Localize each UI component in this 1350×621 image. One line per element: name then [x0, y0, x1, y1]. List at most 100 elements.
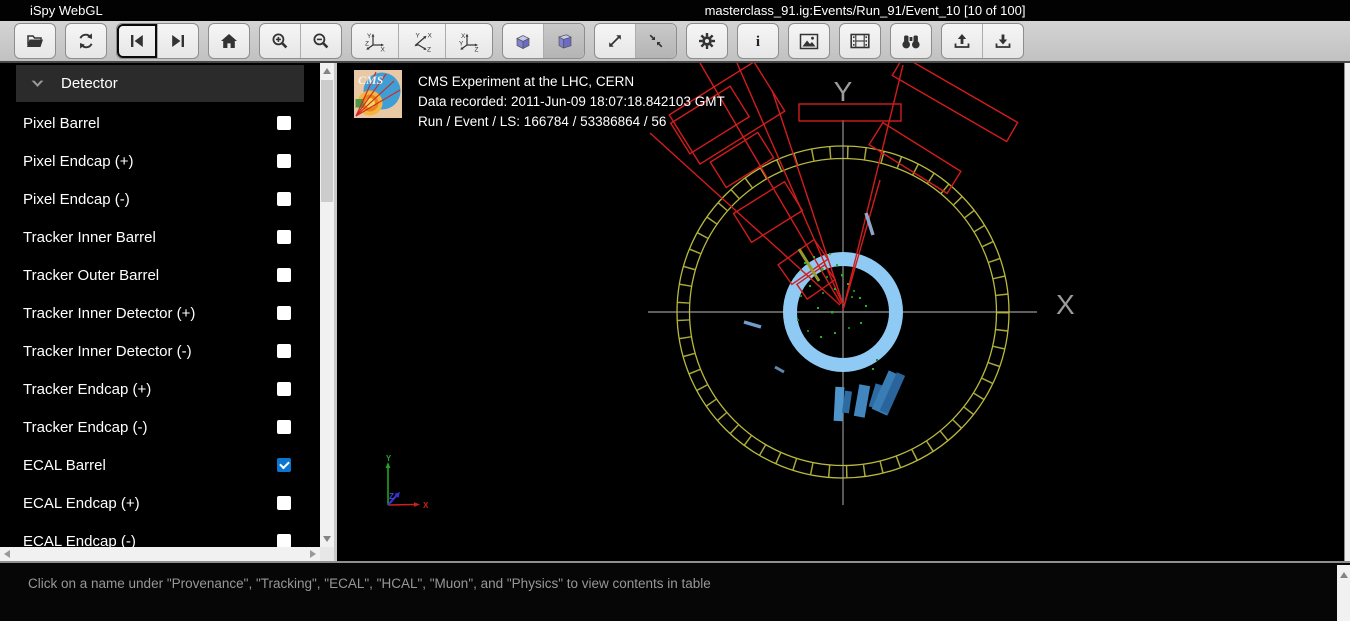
detector-item-checkbox[interactable]: [277, 534, 291, 547]
scroll-left-arrow-icon[interactable]: [4, 550, 10, 558]
xz-view-button[interactable]: XZY: [445, 24, 492, 58]
scroll-down-arrow-icon[interactable]: [323, 536, 331, 542]
detector-list-item[interactable]: Pixel Barrel: [0, 104, 320, 142]
event-info: CMS Experiment at the LHC, CERN Data rec…: [418, 72, 725, 132]
collapse-icon: [647, 32, 665, 50]
detector-item-checkbox[interactable]: [277, 382, 291, 396]
zoom-in-button[interactable]: [260, 24, 300, 58]
orthographic-cube-icon: [554, 31, 574, 51]
enlarge-view-button[interactable]: [595, 24, 635, 58]
image-icon: [799, 33, 819, 50]
zoom-in-icon: [271, 32, 289, 50]
refresh-icon: [77, 32, 95, 50]
detector-item-checkbox[interactable]: [277, 306, 291, 320]
export-image-button[interactable]: [789, 24, 829, 58]
detector-item-checkbox[interactable]: [277, 230, 291, 244]
sidebar-vertical-scrollbar[interactable]: [320, 63, 334, 547]
detector-item-checkbox[interactable]: [277, 420, 291, 434]
perspective-view-button[interactable]: [503, 24, 543, 58]
app-name: iSpy WebGL: [30, 3, 103, 18]
detector-list-item[interactable]: Pixel Endcap (+): [0, 142, 320, 180]
detector-item-checkbox[interactable]: [277, 496, 291, 510]
detector-list-item[interactable]: ECAL Endcap (-): [0, 522, 320, 547]
svg-text:Y: Y: [367, 33, 372, 40]
binoculars-icon: [901, 34, 921, 49]
event-info-line1: CMS Experiment at the LHC, CERN: [418, 72, 725, 92]
browse-events-button[interactable]: [891, 24, 931, 58]
detector-group-header[interactable]: Detector: [16, 65, 304, 102]
svg-text:Z: Z: [365, 40, 369, 47]
detector-item-label[interactable]: ECAL Barrel: [23, 457, 277, 474]
about-button[interactable]: i: [738, 24, 778, 58]
svg-text:X: X: [381, 46, 386, 52]
detector-item-label[interactable]: Pixel Endcap (+): [23, 153, 277, 170]
detector-item-checkbox[interactable]: [277, 458, 291, 472]
expand-icon: [606, 32, 624, 50]
chevron-down-icon: [31, 80, 44, 88]
next-icon: [170, 34, 186, 48]
detector-item-label[interactable]: ECAL Endcap (-): [23, 533, 277, 548]
detector-item-label[interactable]: Tracker Inner Detector (-): [23, 343, 277, 360]
detector-list-item[interactable]: Pixel Endcap (-): [0, 180, 320, 218]
scroll-right-arrow-icon[interactable]: [310, 550, 316, 558]
detector-item-checkbox[interactable]: [277, 192, 291, 206]
scroll-up-arrow-icon[interactable]: [323, 68, 331, 74]
sidebar-horizontal-scrollbar[interactable]: [0, 547, 320, 561]
detector-item-checkbox[interactable]: [277, 268, 291, 282]
orthographic-view-button[interactable]: [543, 24, 584, 58]
perspective-cube-icon: [513, 31, 533, 51]
detector-item-label[interactable]: Tracker Endcap (-): [23, 419, 277, 436]
detector-item-label[interactable]: Tracker Inner Detector (+): [23, 305, 277, 322]
detector-item-label[interactable]: Tracker Inner Barrel: [23, 229, 277, 246]
table-status-panel: Click on a name under "Provenance", "Tra…: [0, 561, 1350, 621]
scroll-up-arrow-icon[interactable]: [1340, 572, 1348, 578]
event-display-canvas[interactable]: Y X: [337, 63, 1344, 561]
detector-list-item[interactable]: Tracker Endcap (-): [0, 408, 320, 446]
detector-list-item[interactable]: ECAL Endcap (+): [0, 484, 320, 522]
scrollbar-corner: [320, 547, 334, 561]
xy-axes-icon: Y X Z: [363, 31, 387, 52]
detector-list-item[interactable]: Tracker Inner Detector (-): [0, 332, 320, 370]
home-view-button[interactable]: [209, 24, 249, 58]
upload-file-button[interactable]: [942, 24, 982, 58]
event-display-3d-view[interactable]: Y X: [337, 63, 1344, 561]
detector-list-item[interactable]: ECAL Barrel: [0, 446, 320, 484]
detector-item-label[interactable]: ECAL Endcap (+): [23, 495, 277, 512]
download-file-button[interactable]: [982, 24, 1023, 58]
zoom-out-button[interactable]: [300, 24, 341, 58]
detector-item-label[interactable]: Tracker Outer Barrel: [23, 267, 277, 284]
previous-event-button[interactable]: [117, 24, 157, 58]
detector-list-item[interactable]: Tracker Inner Detector (+): [0, 294, 320, 332]
detector-item-label[interactable]: Tracker Endcap (+): [23, 381, 277, 398]
status-message: Click on a name under "Provenance", "Tra…: [28, 576, 711, 591]
status-panel-scrollbar[interactable]: [1337, 565, 1350, 621]
detector-item-label[interactable]: Pixel Barrel: [23, 115, 277, 132]
detector-item-label[interactable]: Pixel Endcap (-): [23, 191, 277, 208]
shrink-view-button[interactable]: [635, 24, 676, 58]
axes-crosshair: [648, 120, 1037, 505]
event-file-title: masterclass_91.ig:Events/Run_91/Event_10…: [705, 3, 1026, 18]
detector-item-checkbox[interactable]: [277, 344, 291, 358]
event-info-line3: Run / Event / LS: 166784 / 53386864 / 56: [418, 112, 725, 132]
reload-button[interactable]: [66, 24, 106, 58]
open-file-button[interactable]: [15, 24, 55, 58]
detector-item-checkbox[interactable]: [277, 154, 291, 168]
content-area: Detector Pixel Barrel Pixel Endcap (+) P…: [0, 63, 1350, 561]
home-icon: [220, 33, 238, 49]
info-icon: i: [749, 32, 767, 50]
scrollbar-thumb[interactable]: [321, 80, 333, 202]
yz-view-button[interactable]: YXZ: [398, 24, 445, 58]
detector-list-item[interactable]: Tracker Outer Barrel: [0, 256, 320, 294]
hcal-towers[interactable]: [834, 370, 905, 421]
detector-item-checkbox[interactable]: [277, 116, 291, 130]
animation-button[interactable]: [840, 24, 880, 58]
previous-icon: [129, 34, 145, 48]
xy-view-button[interactable]: Y X Z: [352, 24, 398, 58]
next-event-button[interactable]: [157, 24, 198, 58]
detector-list-item[interactable]: Tracker Inner Barrel: [0, 218, 320, 256]
svg-text:Y: Y: [416, 32, 421, 39]
svg-text:i: i: [756, 34, 760, 50]
settings-button[interactable]: [687, 24, 727, 58]
canvas-right-scrollbar[interactable]: [1344, 63, 1350, 561]
detector-list-item[interactable]: Tracker Endcap (+): [0, 370, 320, 408]
